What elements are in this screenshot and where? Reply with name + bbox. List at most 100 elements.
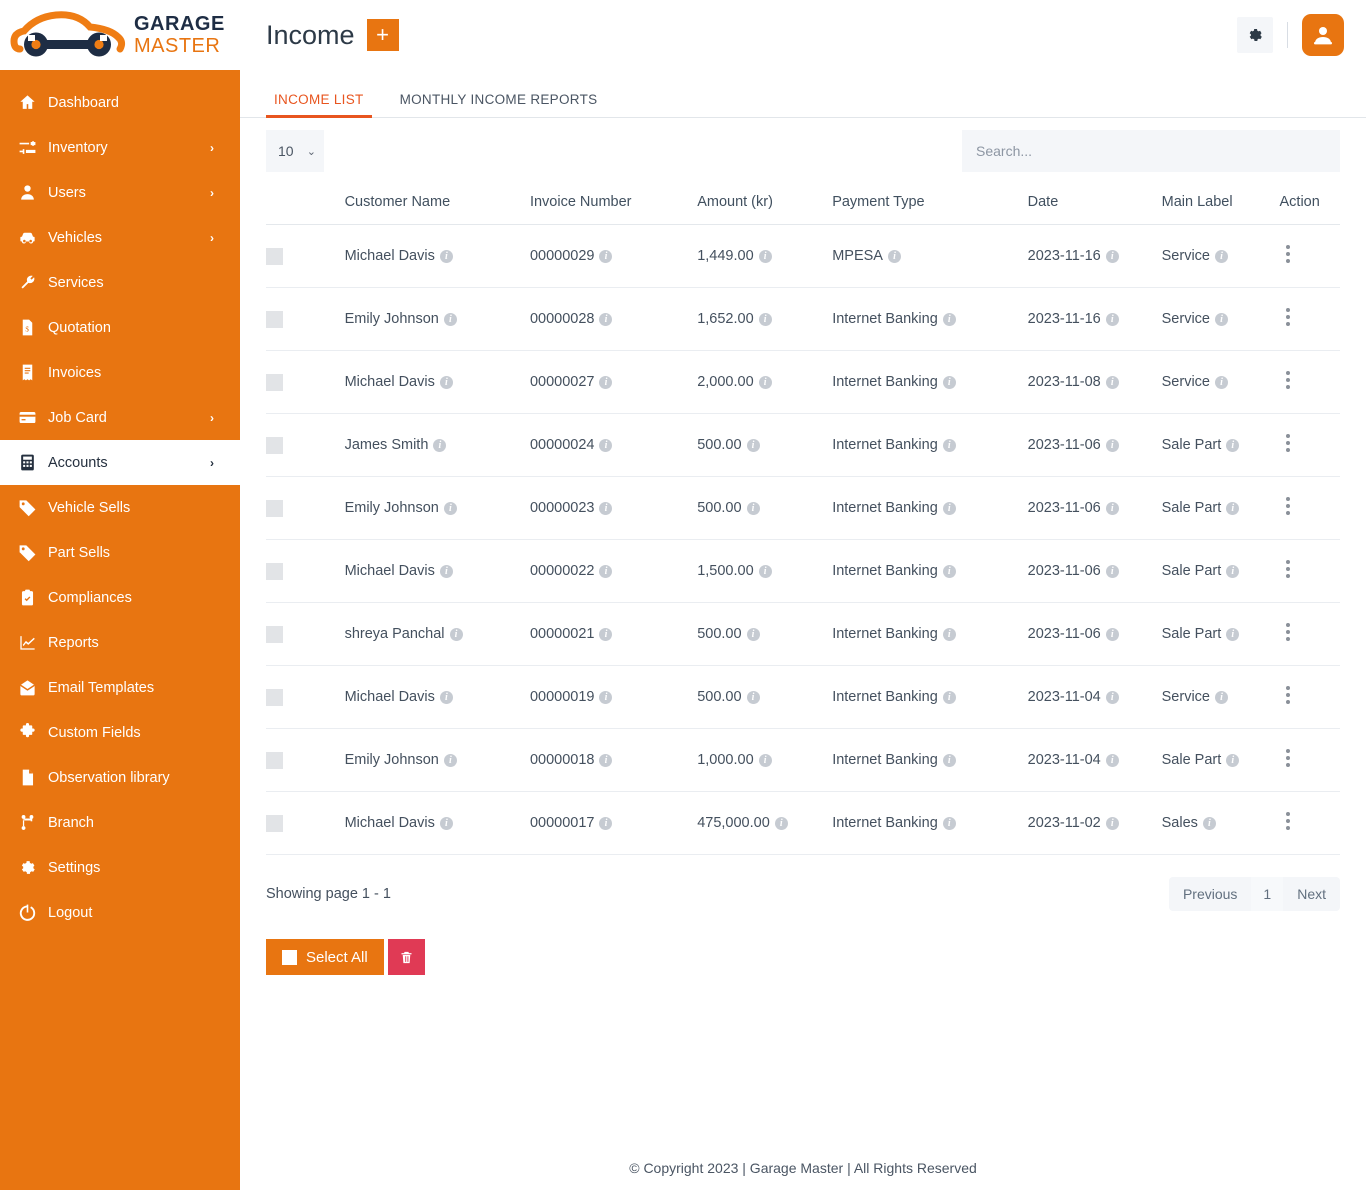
info-icon[interactable]: i — [747, 691, 760, 704]
tab-monthly-income-reports[interactable]: MONTHLY INCOME REPORTS — [392, 92, 606, 117]
row-actions-menu-icon[interactable] — [1280, 557, 1296, 581]
row-actions-menu-icon[interactable] — [1280, 431, 1296, 455]
info-icon[interactable]: i — [747, 502, 760, 515]
info-icon[interactable]: i — [1106, 313, 1119, 326]
info-icon[interactable]: i — [440, 817, 453, 830]
info-icon[interactable]: i — [1106, 502, 1119, 515]
row-checkbox[interactable] — [266, 689, 283, 706]
tab-income-list[interactable]: INCOME LIST — [266, 92, 372, 117]
info-icon[interactable]: i — [1226, 754, 1239, 767]
row-actions-menu-icon[interactable] — [1280, 242, 1296, 266]
row-actions-menu-icon[interactable] — [1280, 494, 1296, 518]
row-actions-menu-icon[interactable] — [1280, 305, 1296, 329]
sidebar-item-invoices[interactable]: Invoices — [0, 350, 240, 395]
sidebar-item-vehicles[interactable]: Vehicles› — [0, 215, 240, 260]
sidebar-item-quotation[interactable]: $Quotation — [0, 305, 240, 350]
info-icon[interactable]: i — [943, 565, 956, 578]
page-number-button[interactable]: 1 — [1251, 877, 1283, 911]
sidebar-item-custom-fields[interactable]: Custom Fields — [0, 710, 240, 755]
info-icon[interactable]: i — [440, 691, 453, 704]
select-all-button[interactable]: Select All — [266, 939, 384, 975]
info-icon[interactable]: i — [775, 817, 788, 830]
info-icon[interactable]: i — [1226, 502, 1239, 515]
row-checkbox[interactable] — [266, 248, 283, 265]
sidebar-item-logout[interactable]: Logout — [0, 890, 240, 935]
info-icon[interactable]: i — [759, 376, 772, 389]
info-icon[interactable]: i — [1215, 691, 1228, 704]
info-icon[interactable]: i — [440, 565, 453, 578]
row-actions-menu-icon[interactable] — [1280, 683, 1296, 707]
info-icon[interactable]: i — [759, 250, 772, 263]
info-icon[interactable]: i — [747, 439, 760, 452]
info-icon[interactable]: i — [1226, 439, 1239, 452]
per-page-select[interactable]: 102550100 — [266, 130, 324, 172]
sidebar-item-settings[interactable]: Settings — [0, 845, 240, 890]
info-icon[interactable]: i — [943, 313, 956, 326]
sidebar-item-vehicle-sells[interactable]: Vehicle Sells — [0, 485, 240, 530]
row-actions-menu-icon[interactable] — [1280, 368, 1296, 392]
info-icon[interactable]: i — [888, 250, 901, 263]
info-icon[interactable]: i — [943, 439, 956, 452]
info-icon[interactable]: i — [599, 817, 612, 830]
row-checkbox[interactable] — [266, 500, 283, 517]
info-icon[interactable]: i — [943, 817, 956, 830]
row-actions-menu-icon[interactable] — [1280, 746, 1296, 770]
info-icon[interactable]: i — [1226, 628, 1239, 641]
row-checkbox[interactable] — [266, 437, 283, 454]
sidebar-item-dashboard[interactable]: Dashboard — [0, 80, 240, 125]
info-icon[interactable]: i — [1106, 628, 1119, 641]
info-icon[interactable]: i — [1215, 313, 1228, 326]
info-icon[interactable]: i — [1106, 439, 1119, 452]
info-icon[interactable]: i — [759, 754, 772, 767]
info-icon[interactable]: i — [759, 565, 772, 578]
next-page-button[interactable]: Next — [1283, 877, 1340, 911]
sidebar-item-email-templates[interactable]: Email Templates — [0, 665, 240, 710]
sidebar-item-accounts[interactable]: Accounts› — [0, 440, 240, 485]
info-icon[interactable]: i — [1106, 565, 1119, 578]
info-icon[interactable]: i — [599, 439, 612, 452]
info-icon[interactable]: i — [599, 313, 612, 326]
info-icon[interactable]: i — [943, 502, 956, 515]
info-icon[interactable]: i — [1215, 250, 1228, 263]
sidebar-item-compliances[interactable]: Compliances — [0, 575, 240, 620]
info-icon[interactable]: i — [599, 691, 612, 704]
info-icon[interactable]: i — [599, 376, 612, 389]
info-icon[interactable]: i — [1106, 691, 1119, 704]
row-actions-menu-icon[interactable] — [1280, 620, 1296, 644]
sidebar-item-job-card[interactable]: Job Card› — [0, 395, 240, 440]
info-icon[interactable]: i — [747, 628, 760, 641]
avatar[interactable] — [1302, 14, 1344, 56]
row-checkbox[interactable] — [266, 752, 283, 769]
sidebar-item-observation-library[interactable]: Observation library — [0, 755, 240, 800]
info-icon[interactable]: i — [599, 502, 612, 515]
info-icon[interactable]: i — [433, 439, 446, 452]
info-icon[interactable]: i — [599, 250, 612, 263]
row-checkbox[interactable] — [266, 311, 283, 328]
info-icon[interactable]: i — [440, 250, 453, 263]
info-icon[interactable]: i — [599, 565, 612, 578]
info-icon[interactable]: i — [759, 313, 772, 326]
settings-button[interactable] — [1237, 17, 1273, 53]
info-icon[interactable]: i — [943, 376, 956, 389]
sidebar-item-branch[interactable]: Branch — [0, 800, 240, 845]
info-icon[interactable]: i — [1106, 376, 1119, 389]
sidebar-item-services[interactable]: Services — [0, 260, 240, 305]
sidebar-item-reports[interactable]: Reports — [0, 620, 240, 665]
brand-logo[interactable]: GARAGE MASTER — [0, 0, 240, 70]
add-income-button[interactable]: + — [367, 19, 399, 51]
info-icon[interactable]: i — [1106, 250, 1119, 263]
info-icon[interactable]: i — [1215, 376, 1228, 389]
info-icon[interactable]: i — [1203, 817, 1216, 830]
info-icon[interactable]: i — [943, 628, 956, 641]
row-checkbox[interactable] — [266, 563, 283, 580]
row-checkbox[interactable] — [266, 626, 283, 643]
info-icon[interactable]: i — [444, 313, 457, 326]
row-checkbox[interactable] — [266, 374, 283, 391]
info-icon[interactable]: i — [444, 502, 457, 515]
info-icon[interactable]: i — [440, 376, 453, 389]
info-icon[interactable]: i — [1106, 754, 1119, 767]
sidebar-item-inventory[interactable]: Inventory› — [0, 125, 240, 170]
info-icon[interactable]: i — [1226, 565, 1239, 578]
info-icon[interactable]: i — [943, 691, 956, 704]
search-input[interactable] — [962, 130, 1340, 172]
